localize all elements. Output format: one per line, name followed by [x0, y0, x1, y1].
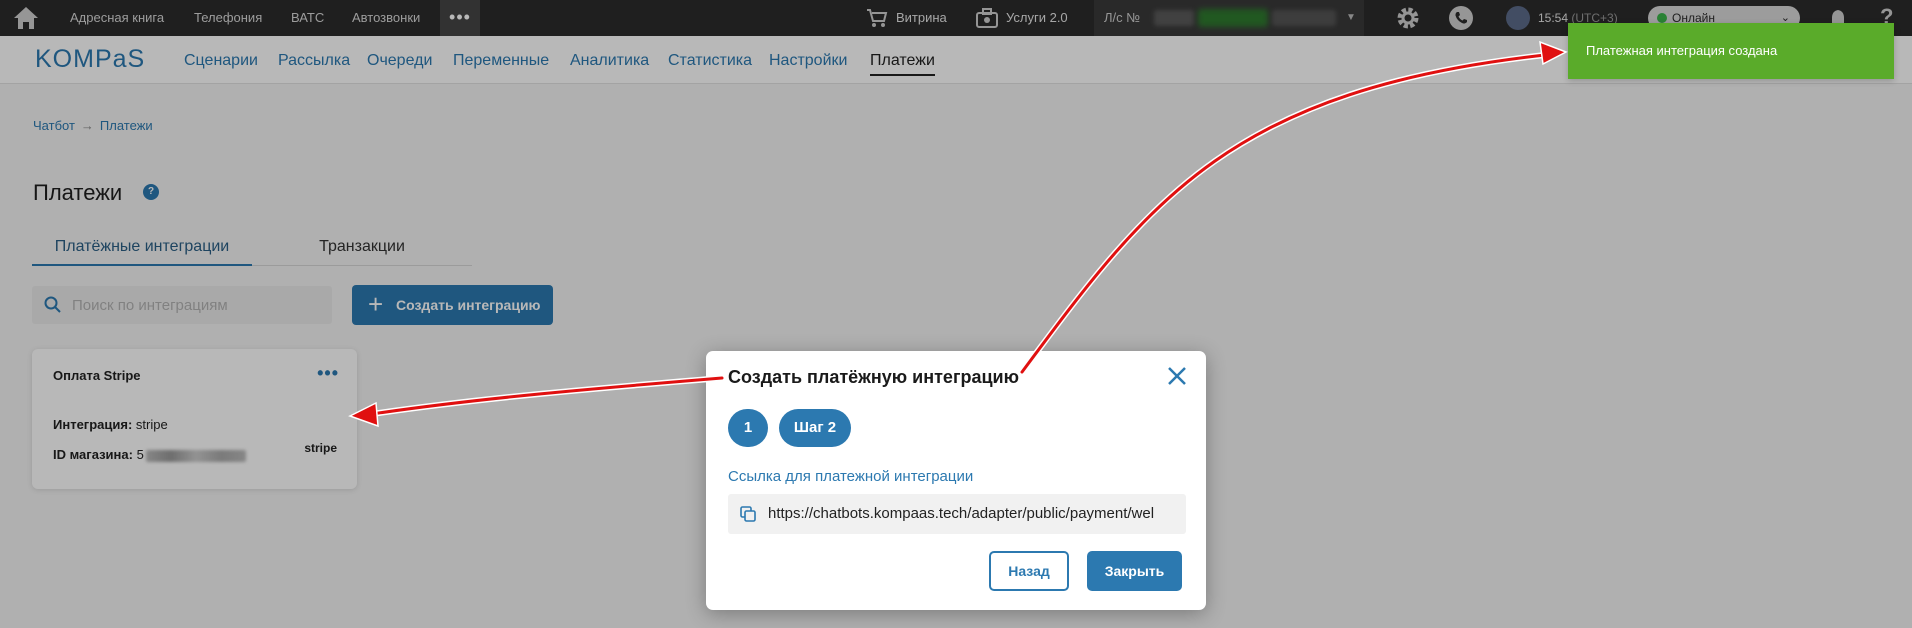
step-2-pill[interactable]: Шаг 2 [779, 409, 851, 447]
success-toast: Платежная интеграция создана [1568, 23, 1894, 79]
payment-link-url[interactable]: https://chatbots.kompaas.tech/adapter/pu… [768, 494, 1154, 534]
step-1-pill[interactable]: 1 [728, 409, 768, 447]
payment-link-label: Ссылка для платежной интеграции [728, 468, 974, 485]
close-icon[interactable] [1166, 365, 1188, 387]
modal-title: Создать платёжную интеграцию [728, 367, 1019, 387]
payment-link-field[interactable]: https://chatbots.kompaas.tech/adapter/pu… [728, 494, 1186, 534]
back-button[interactable]: Назад [989, 551, 1069, 591]
copy-icon[interactable] [740, 506, 756, 522]
close-button[interactable]: Закрыть [1087, 551, 1182, 591]
create-integration-modal: Создать платёжную интеграцию 1 Шаг 2 Ссы… [706, 351, 1206, 610]
